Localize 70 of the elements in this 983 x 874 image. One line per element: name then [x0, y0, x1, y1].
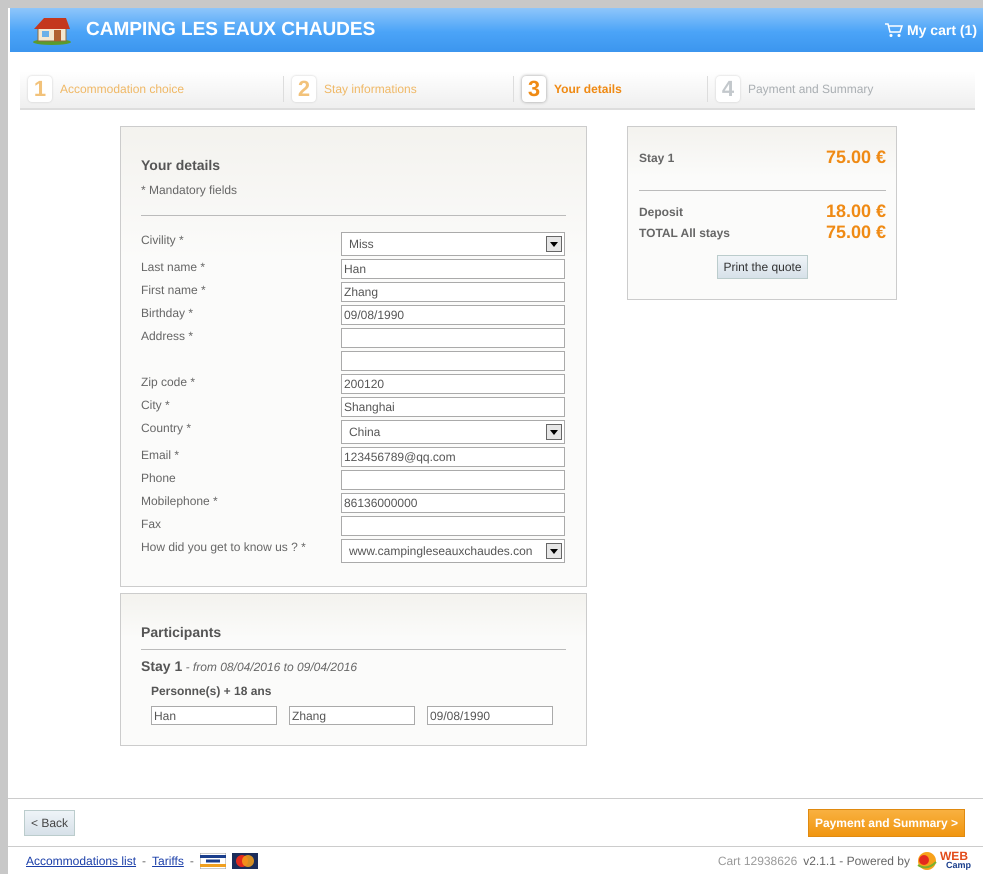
version-text: v2.1.1 - Powered by [803, 854, 910, 868]
field-label: City * [141, 397, 171, 412]
separator: - [142, 854, 146, 868]
step-number: 3 [522, 76, 546, 102]
step-label: Payment and Summary [748, 82, 874, 96]
caret-icon [550, 548, 558, 554]
dropdown-button[interactable] [546, 236, 562, 252]
house-icon [32, 15, 72, 45]
step-number: 4 [716, 76, 740, 102]
field-label: First name * [141, 282, 207, 297]
field-label: How did you get to know us ? * [141, 539, 307, 554]
step-number: 2 [292, 76, 316, 102]
footer-link[interactable]: Tariffs [152, 854, 184, 868]
back-button[interactable]: < Back [24, 810, 76, 836]
input-field[interactable]: Shanghai [341, 397, 565, 417]
footer-link[interactable]: Accommodations list [26, 854, 136, 868]
card-icon [232, 852, 258, 868]
mandatory-note: * Mandatory fields [141, 183, 238, 197]
field-label: Zip code * [141, 374, 196, 389]
group-label: Personne(s) + 18 ans [151, 684, 272, 698]
input-field[interactable] [341, 351, 565, 371]
print-button[interactable]: Print the quote [717, 255, 808, 279]
field-label: Country * [141, 420, 192, 435]
dropdown-button[interactable] [546, 543, 562, 559]
stay-line: Stay 1 - from 08/04/2016 to 09/04/2016 [141, 658, 358, 674]
input-field[interactable]: Zhang [289, 706, 415, 725]
field-label: Email * [141, 447, 180, 462]
price: 75.00 € [826, 222, 886, 243]
separator: - [190, 854, 194, 868]
input-field[interactable]: 09/08/1990 [341, 305, 565, 325]
step-label: Stay informations [324, 82, 417, 96]
select-field[interactable]: China [341, 420, 565, 444]
price: 18.00 € [826, 201, 886, 222]
step-label: Accommodation choice [60, 82, 184, 96]
field-label: Fax [141, 516, 162, 531]
cart-number: Cart 12938626 [718, 854, 798, 868]
field-label: Address * [141, 328, 194, 343]
input-field[interactable] [341, 470, 565, 490]
input-field[interactable]: 123456789@qq.com [341, 447, 565, 467]
input-field[interactable] [341, 328, 565, 348]
caret-icon [550, 242, 558, 246]
caret-icon [550, 430, 558, 434]
price: 75.00 € [826, 147, 886, 168]
input-field[interactable] [341, 516, 565, 536]
select-field[interactable]: www.campingleseauxchaudes.con [341, 539, 565, 563]
input-field[interactable]: 200120 [341, 374, 565, 394]
section-title: Participants [141, 624, 222, 640]
input-field[interactable]: Han [151, 706, 277, 725]
input-field[interactable]: 86136000000 [341, 493, 565, 513]
select-field[interactable]: Miss [341, 232, 565, 256]
dropdown-button[interactable] [546, 424, 562, 440]
logo-icon [916, 850, 938, 870]
field-label: Phone [141, 470, 177, 485]
total-label: TOTAL All stays [639, 226, 730, 240]
field-label: Birthday * [141, 305, 194, 320]
site-title: CAMPING LES EAUX CHAUDES [86, 19, 376, 41]
card-icon [200, 852, 226, 868]
logo-text: WEB Camp [940, 852, 971, 870]
section-title: Your details [141, 157, 222, 173]
field-label: Mobilephone * [141, 493, 219, 508]
cart-icon [884, 22, 903, 38]
input-field[interactable]: 09/08/1990 [427, 706, 553, 725]
total-label: Deposit [639, 204, 684, 218]
stay-label: Stay 1 [639, 150, 674, 164]
input-field[interactable]: Zhang [341, 282, 565, 302]
step-number: 1 [28, 76, 52, 102]
field-label: Civility * [141, 232, 185, 247]
field-label: Last name * [141, 259, 206, 274]
step-label: Your details [554, 82, 622, 96]
input-field[interactable]: Han [341, 259, 565, 279]
